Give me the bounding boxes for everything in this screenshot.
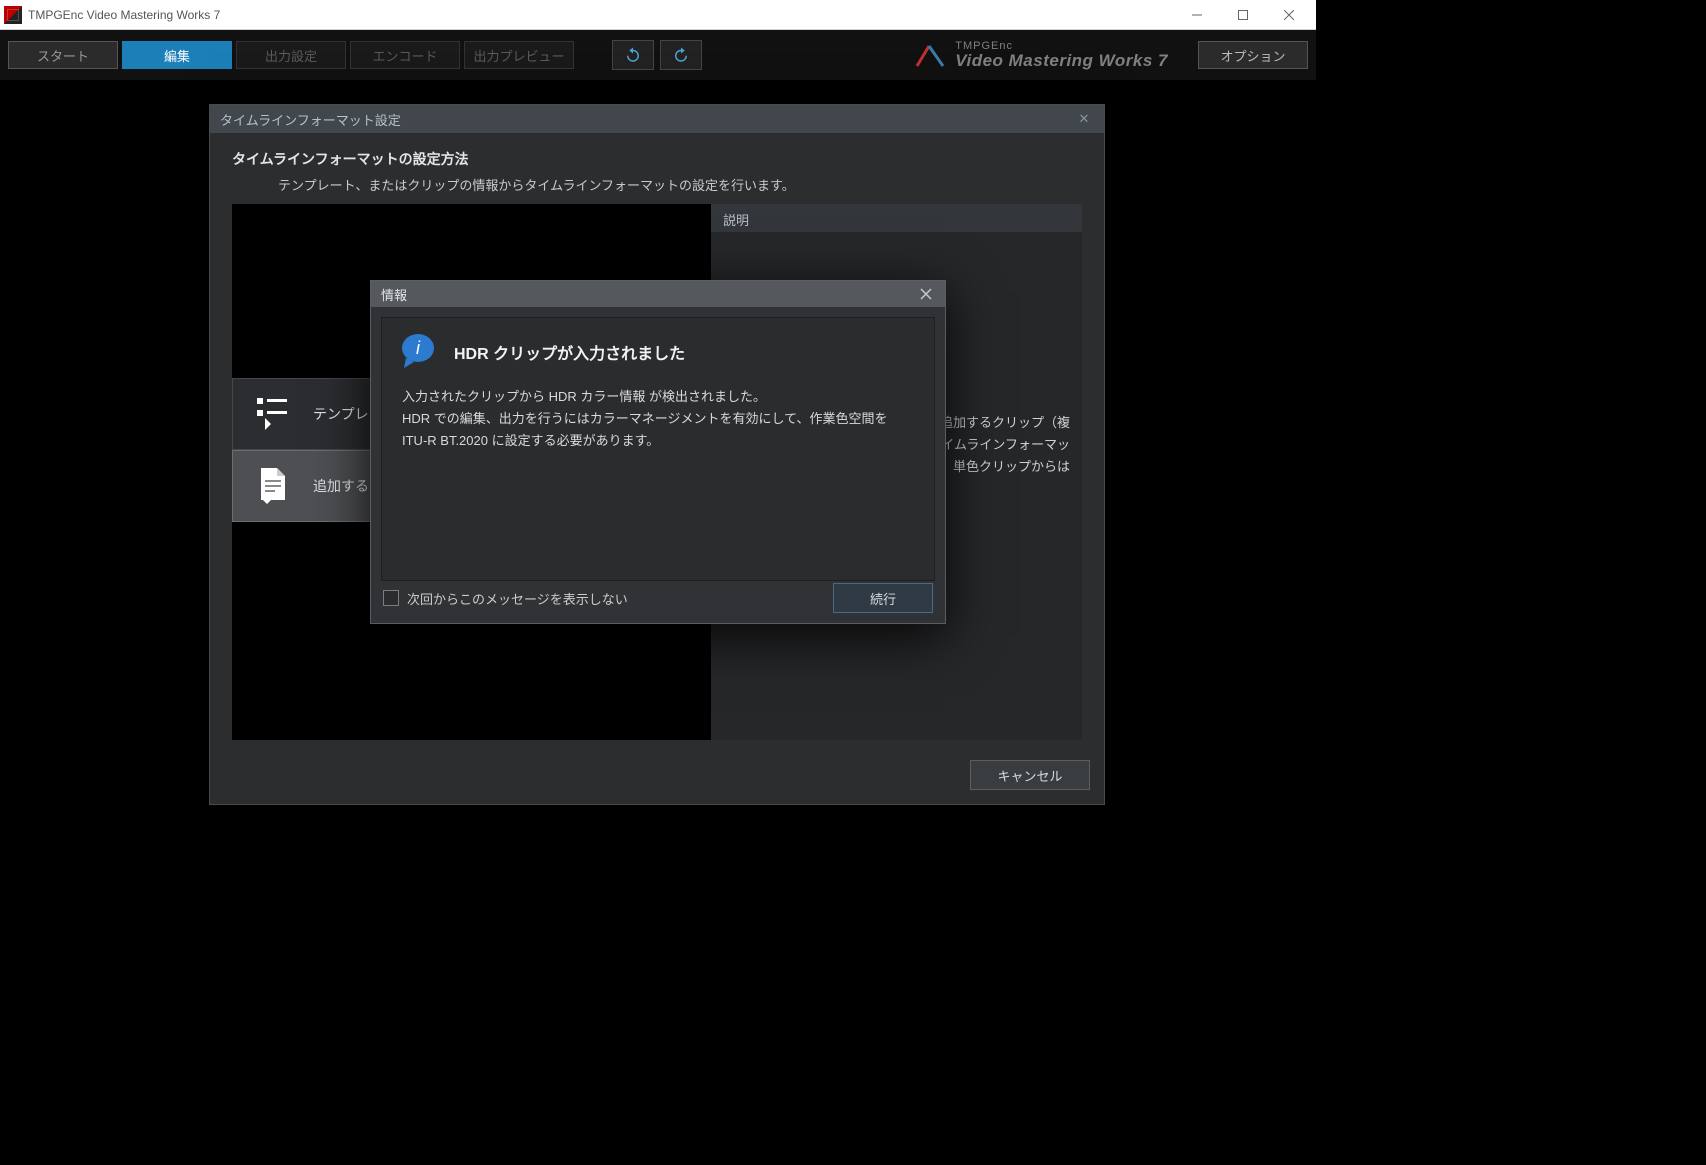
minimize-button[interactable] [1174, 0, 1220, 30]
tab-start[interactable]: スタート [8, 41, 118, 69]
tab-output-settings[interactable]: 出力設定 [236, 41, 346, 69]
tab-output-preview[interactable]: 出力プレビュー [464, 41, 574, 69]
close-button[interactable] [1266, 0, 1312, 30]
tab-edit[interactable]: 編集 [122, 41, 232, 69]
maximize-button[interactable] [1220, 0, 1266, 30]
brand-area: TMPGEnc Video Mastering Works 7 オプション [915, 41, 1308, 69]
template-list-icon [233, 394, 313, 434]
window-titlebar: TMPGEnc Video Mastering Works 7 [0, 0, 1316, 30]
panel-title-text: タイムラインフォーマット設定 [220, 110, 401, 129]
panel-titlebar: タイムラインフォーマット設定 ✕ [210, 105, 1104, 133]
brand-logo-icon [915, 42, 945, 68]
modal-close-button[interactable] [917, 285, 935, 303]
modal-titlebar: 情報 [371, 281, 945, 307]
dont-show-label: 次回からこのメッセージを表示しない [407, 589, 628, 608]
modal-heading: HDR クリップが入力されました [454, 340, 685, 364]
redo-button[interactable] [660, 40, 702, 70]
option-add-clip-label: 追加する [313, 476, 369, 496]
tab-encode[interactable]: エンコード [350, 41, 460, 69]
panel-heading: タイムラインフォーマットの設定方法 [232, 149, 1082, 169]
undo-button[interactable] [612, 40, 654, 70]
document-download-icon [233, 466, 313, 506]
continue-button[interactable]: 続行 [833, 583, 933, 613]
info-icon: i [400, 332, 440, 372]
window-title: TMPGEnc Video Mastering Works 7 [28, 8, 220, 22]
panel-subheading: テンプレート、またはクリップの情報からタイムラインフォーマットの設定を行います。 [278, 175, 1082, 194]
main-toolbar: スタート 編集 出力設定 エンコード 出力プレビュー TMPGEnc Video… [0, 30, 1316, 80]
app-icon [4, 6, 22, 24]
brand-line2: Video Mastering Works 7 [955, 52, 1168, 69]
dont-show-checkbox[interactable] [383, 590, 399, 606]
modal-title-text: 情報 [381, 285, 407, 304]
options-button[interactable]: オプション [1198, 41, 1308, 69]
panel-close-button[interactable]: ✕ [1074, 111, 1094, 127]
info-modal: 情報 i HDR クリップが入力されました 入力されたクリップから HDR カラ… [370, 280, 946, 624]
cancel-button[interactable]: キャンセル [970, 760, 1090, 790]
modal-message: 入力されたクリップから HDR カラー情報 が検出されました。 HDR での編集… [402, 386, 916, 452]
description-header: 説明 [711, 204, 1082, 232]
